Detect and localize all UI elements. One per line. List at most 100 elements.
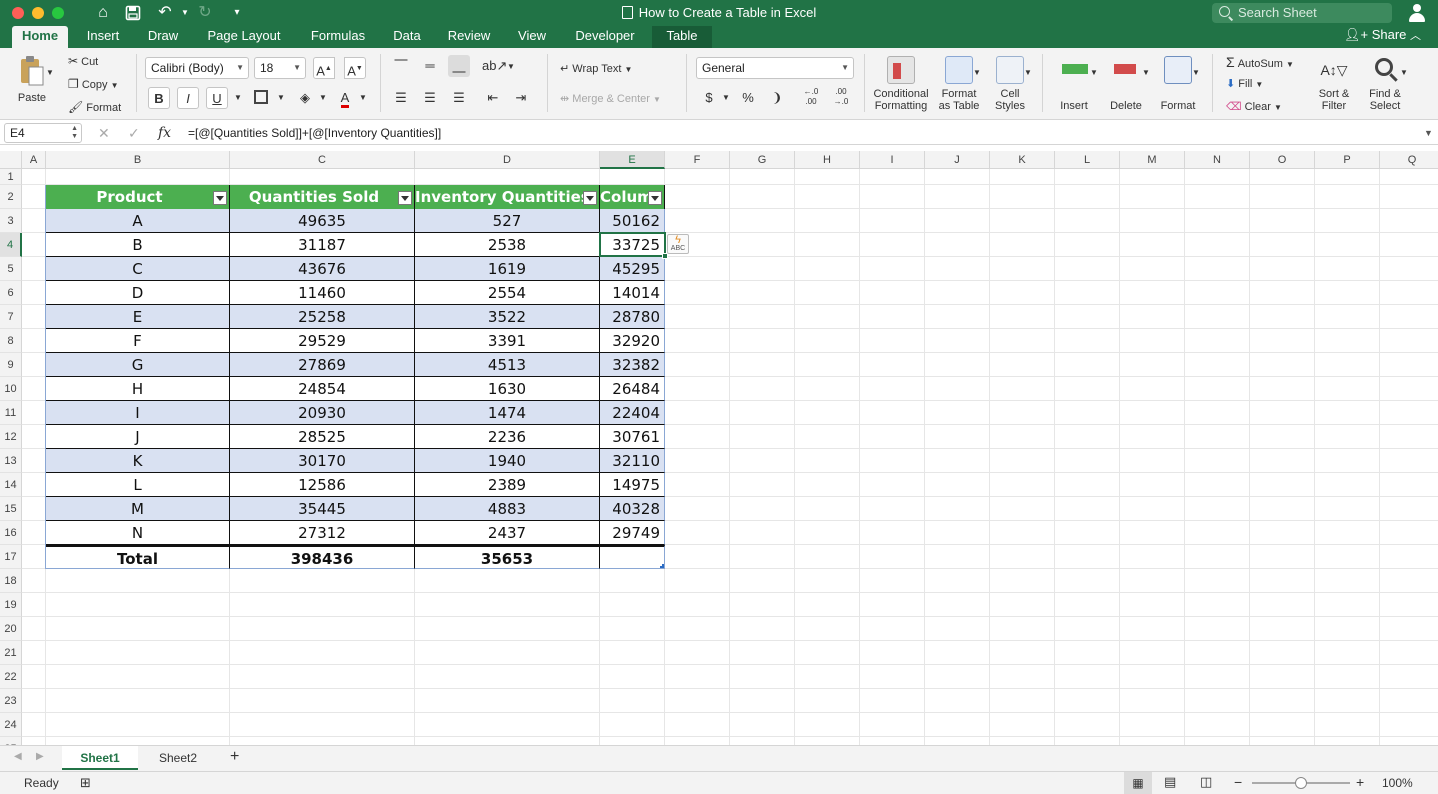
autosum-button[interactable]: Σ AutoSum ▼ — [1226, 54, 1294, 70]
zoom-in-button[interactable]: + — [1356, 774, 1364, 790]
row-header-11[interactable]: 11 — [0, 401, 22, 425]
filter-dropdown-icon[interactable] — [648, 191, 662, 205]
format-as-table-button[interactable]: Format as Table — [934, 56, 984, 112]
row-header-23[interactable]: 23 — [0, 689, 22, 713]
table-header-cell[interactable]: Inventory Quantities — [415, 185, 600, 209]
format-as-table-dropdown-icon[interactable]: ▼ — [973, 68, 981, 77]
table-cell[interactable]: N — [46, 521, 230, 545]
row-header-14[interactable]: 14 — [0, 473, 22, 497]
table-cell[interactable]: L — [46, 473, 230, 497]
row-header-1[interactable]: 1 — [0, 169, 22, 185]
fill-button[interactable]: ⬇ Fill ▼ — [1226, 77, 1263, 90]
table-cell[interactable]: 29749 — [600, 521, 665, 545]
table-cell[interactable]: K — [46, 449, 230, 473]
spreadsheet-grid[interactable]: A B C D E F G H I J K L M N O P Q 1 2 3 4 5 6 7 8 9 10 11 12 13 14 15 16… — [0, 151, 1438, 745]
paste-dropdown-icon[interactable]: ▼ — [46, 68, 54, 77]
row-header-18[interactable]: 18 — [0, 569, 22, 593]
name-box-spinner-icon[interactable]: ▲ ▼ — [71, 125, 78, 141]
tab-page-layout[interactable]: Page Layout — [198, 26, 290, 48]
format-cells-dropdown-icon[interactable]: ▼ — [1192, 68, 1200, 77]
table-cell[interactable]: 32110 — [600, 449, 665, 473]
autocorrect-options-icon[interactable]: ϟ ABC — [667, 234, 689, 254]
align-top-button[interactable]: ⎺ — [390, 55, 412, 77]
table-cell[interactable]: 527 — [415, 209, 600, 233]
row-header-10[interactable]: 10 — [0, 377, 22, 401]
table-cell[interactable]: 1940 — [415, 449, 600, 473]
tab-draw[interactable]: Draw — [140, 26, 186, 48]
table-cell[interactable]: J — [46, 425, 230, 449]
cell-styles-dropdown-icon[interactable]: ▼ — [1024, 68, 1032, 77]
table-cell[interactable]: 30761 — [600, 425, 665, 449]
row-header-15[interactable]: 15 — [0, 497, 22, 521]
bold-button[interactable]: B — [148, 87, 170, 109]
insert-cells-dropdown-icon[interactable]: ▼ — [1090, 68, 1098, 77]
table-cell[interactable]: 20930 — [230, 401, 415, 425]
borders-button[interactable] — [250, 87, 272, 109]
column-header-e[interactable]: E — [600, 151, 665, 169]
zoom-out-button[interactable]: − — [1234, 774, 1242, 790]
column-header-k[interactable]: K — [990, 151, 1055, 169]
column-header-h[interactable]: H — [795, 151, 860, 169]
row-header-24[interactable]: 24 — [0, 713, 22, 737]
zoom-level[interactable]: 100% — [1382, 776, 1413, 790]
table-cell[interactable]: 30170 — [230, 449, 415, 473]
table-cell[interactable]: A — [46, 209, 230, 233]
align-center-button[interactable]: ☰ — [419, 87, 441, 109]
row-header-12[interactable]: 12 — [0, 425, 22, 449]
fill-handle[interactable] — [662, 253, 668, 259]
row-header-4[interactable]: 4 — [0, 233, 22, 257]
table-cell[interactable]: 3522 — [415, 305, 600, 329]
sheet-tab-sheet1[interactable]: Sheet1 — [62, 746, 138, 770]
table-cell[interactable]: 32920 — [600, 329, 665, 353]
table-cell[interactable]: B — [46, 233, 230, 257]
fill-color-dropdown-icon[interactable]: ▼ — [319, 93, 327, 102]
column-header-i[interactable]: I — [860, 151, 925, 169]
italic-button[interactable]: I — [177, 87, 199, 109]
borders-dropdown-icon[interactable]: ▼ — [277, 93, 285, 102]
table-cell[interactable]: C — [46, 257, 230, 281]
table-cell[interactable]: 2236 — [415, 425, 600, 449]
table-cell[interactable]: 4883 — [415, 497, 600, 521]
increase-font-size-button[interactable]: A▲ — [313, 57, 335, 79]
insert-cells-button[interactable]: Insert — [1052, 56, 1096, 112]
table-cell[interactable]: 14975 — [600, 473, 665, 497]
find-select-dropdown-icon[interactable]: ▼ — [1400, 68, 1408, 77]
share-button[interactable]: 👤︎+ Share — [1344, 26, 1406, 46]
table-total-cell[interactable]: 398436 — [230, 545, 415, 569]
increase-decimal-button[interactable]: ←.0.00 — [800, 87, 822, 109]
column-header-n[interactable]: N — [1185, 151, 1250, 169]
collapse-ribbon-icon[interactable]: ︿ — [1410, 28, 1424, 44]
wrap-text-button[interactable]: ↵ Wrap Text ▼ — [560, 62, 632, 75]
table-cell[interactable]: 31187 — [230, 233, 415, 257]
fill-color-button[interactable]: ◈ — [294, 87, 316, 109]
row-header-3[interactable]: 3 — [0, 209, 22, 233]
table-cell[interactable]: 32382 — [600, 353, 665, 377]
row-header-8[interactable]: 8 — [0, 329, 22, 353]
table-cell[interactable]: F — [46, 329, 230, 353]
format-cells-button[interactable]: Format — [1156, 56, 1200, 112]
table-cell[interactable]: 27869 — [230, 353, 415, 377]
column-header-c[interactable]: C — [230, 151, 415, 169]
column-header-p[interactable]: P — [1315, 151, 1380, 169]
font-color-dropdown-icon[interactable]: ▼ — [359, 93, 367, 102]
cancel-formula-icon[interactable]: ✕ — [98, 123, 110, 143]
page-layout-view-button[interactable]: ▤ — [1164, 774, 1176, 790]
underline-dropdown-icon[interactable]: ▼ — [234, 93, 242, 102]
row-header-17[interactable]: 17 — [0, 545, 22, 569]
column-header-o[interactable]: O — [1250, 151, 1315, 169]
table-cell[interactable]: 2538 — [415, 233, 600, 257]
scroll-tabs-left-icon[interactable]: ◀ — [14, 751, 22, 762]
delete-cells-dropdown-icon[interactable]: ▼ — [1142, 68, 1150, 77]
column-header-b[interactable]: B — [46, 151, 230, 169]
tab-developer[interactable]: Developer — [566, 26, 644, 48]
formula-input[interactable]: =[@[Quantities Sold]]+[@[Inventory Quant… — [188, 123, 441, 143]
table-cell[interactable]: 2389 — [415, 473, 600, 497]
table-cell[interactable]: 45295 — [600, 257, 665, 281]
format-painter-button[interactable]: 🖌︎ Format — [68, 100, 121, 114]
increase-indent-button[interactable]: ⇥ — [510, 87, 532, 109]
zoom-slider-thumb[interactable] — [1295, 777, 1307, 789]
search-sheet-input[interactable]: Search Sheet — [1212, 3, 1392, 23]
align-bottom-button[interactable]: ⎽ — [448, 55, 470, 77]
row-header-22[interactable]: 22 — [0, 665, 22, 689]
table-cell[interactable]: 43676 — [230, 257, 415, 281]
